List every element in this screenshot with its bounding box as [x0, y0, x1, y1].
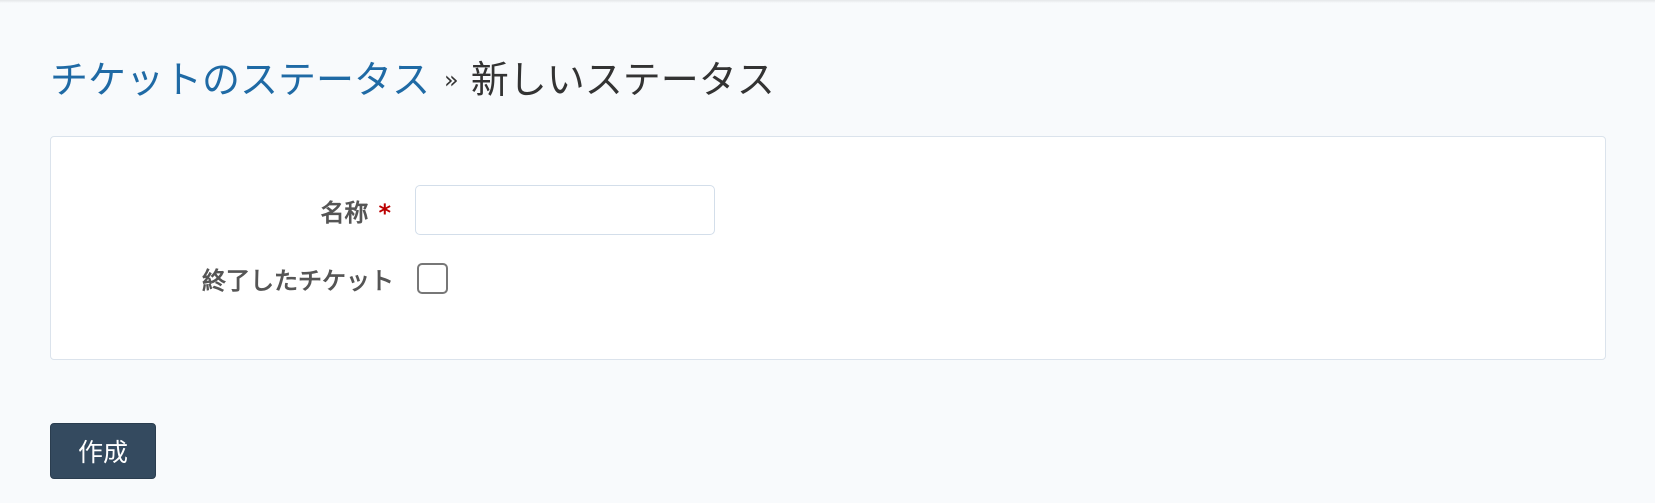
- name-label: 名称: [320, 198, 369, 227]
- name-label-wrap: 名称 *: [51, 193, 391, 228]
- create-button[interactable]: 作成: [50, 423, 156, 479]
- is-closed-checkbox[interactable]: [417, 262, 448, 294]
- is-closed-row: 終了したチケット: [51, 253, 448, 303]
- breadcrumb-issue-statuses-link[interactable]: チケットのステータス: [50, 52, 430, 108]
- is-closed-label-wrap: 終了したチケット: [51, 261, 394, 296]
- breadcrumb-separator: »: [444, 66, 459, 94]
- top-shadow: [0, 0, 1655, 3]
- required-marker: *: [378, 198, 391, 227]
- breadcrumb: チケットのステータス » 新しいステータス: [50, 52, 1608, 108]
- page-title: 新しいステータス: [470, 58, 775, 102]
- name-input[interactable]: [415, 185, 715, 235]
- status-form-box: 名称 * 終了したチケット: [50, 136, 1606, 360]
- main-content: チケットのステータス » 新しいステータス 名称 * 終了したチケット: [50, 52, 1608, 360]
- is-closed-label: 終了したチケット: [202, 266, 394, 295]
- name-row: 名称 *: [51, 185, 715, 235]
